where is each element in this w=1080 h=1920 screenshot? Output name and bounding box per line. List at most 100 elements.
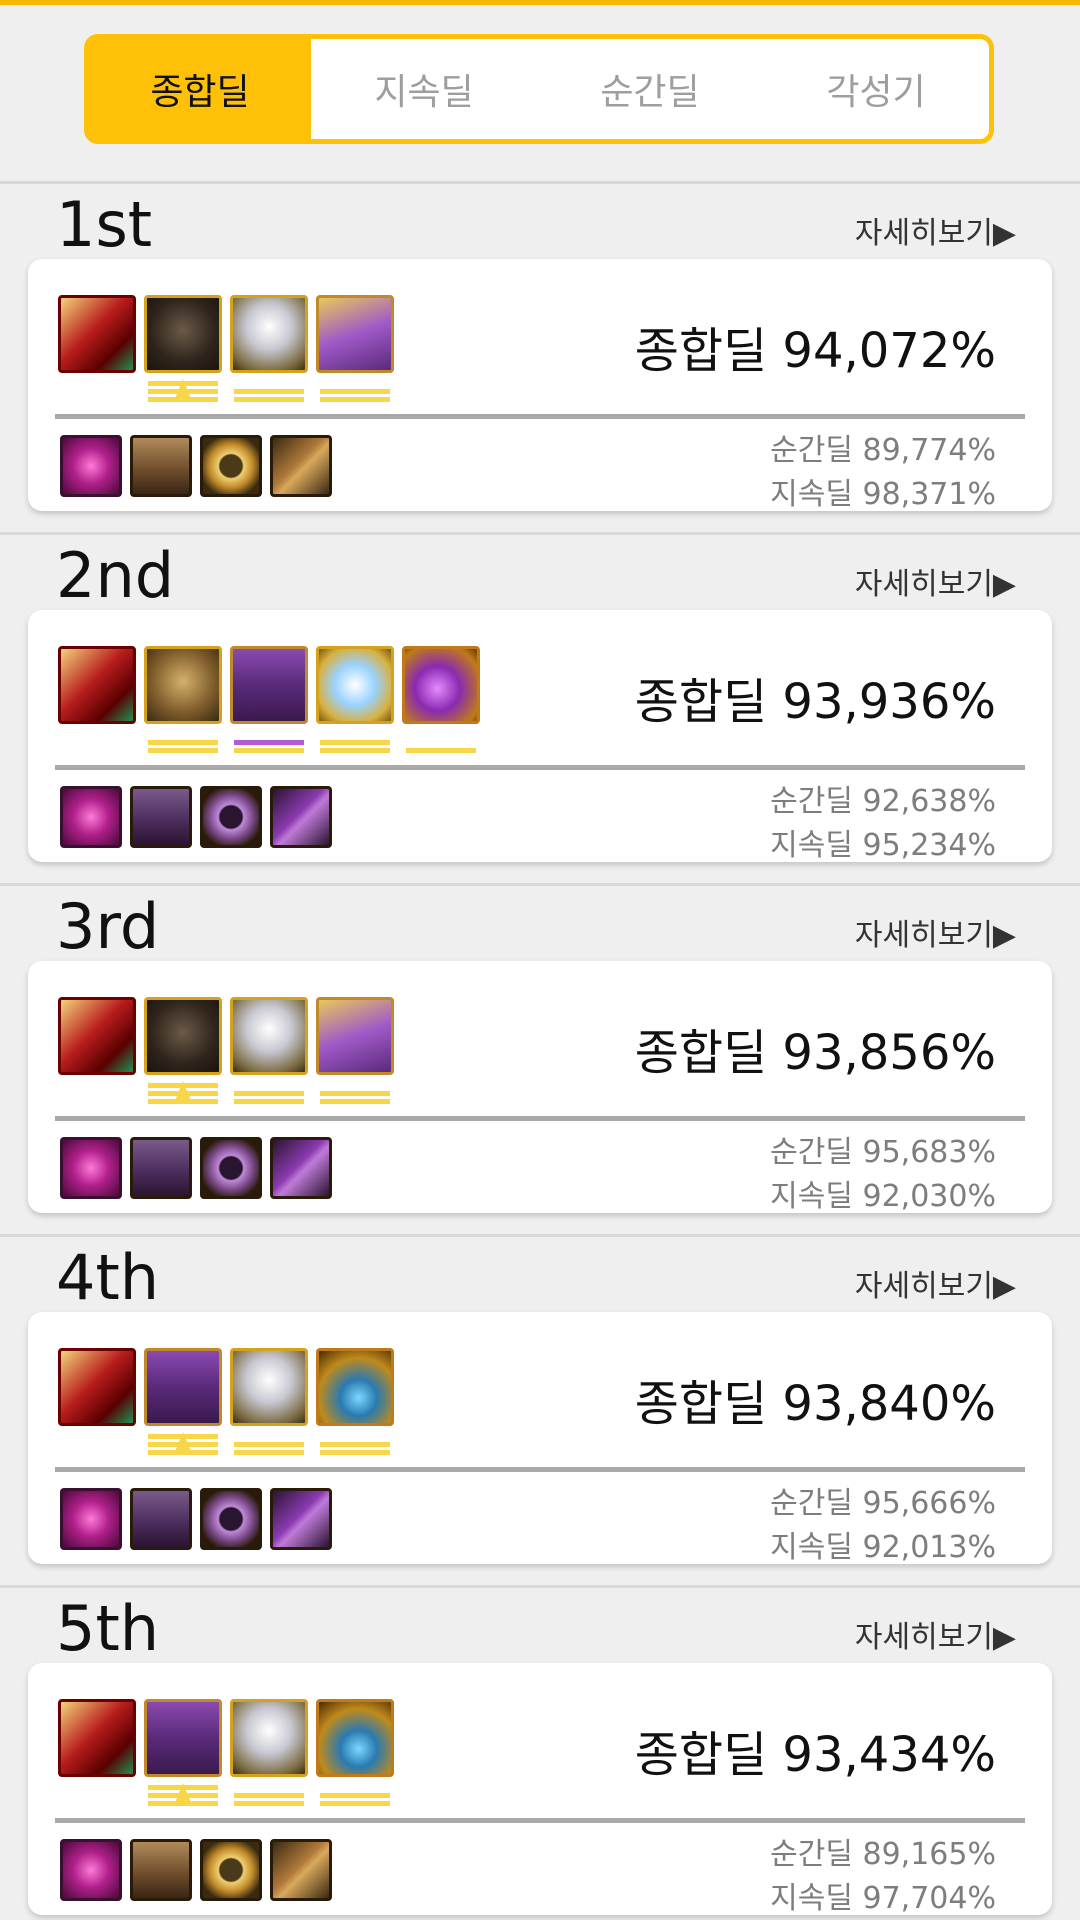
total-dps-value: 종합딜 93,434% xyxy=(634,1727,996,1783)
sustain-dps-value: 지속딜 95,234% xyxy=(770,828,996,863)
burst-dps-value: 순간딜 95,666% xyxy=(770,1486,996,1521)
build-card[interactable]: 종합딜 93,936% 순간딜 92,638% 지속딜 95,234% xyxy=(28,610,1052,863)
build-card[interactable]: 종합딜 93,840% 순간딜 95,666% 지속딜 92,013% xyxy=(28,1312,1052,1565)
section-divider xyxy=(0,1234,1080,1237)
build-card[interactable]: 종합딜 93,434% 순간딜 89,165% 지속딜 97,704% xyxy=(28,1663,1052,1916)
card-separator xyxy=(55,1818,1025,1823)
upgrade-bars xyxy=(230,1432,308,1458)
helmet-icon[interactable] xyxy=(230,1348,308,1426)
robe-icon[interactable] xyxy=(144,1699,222,1777)
rank-label: 3rd xyxy=(56,890,160,963)
ring-icon[interactable] xyxy=(200,786,262,848)
sustain-dps-value: 지속딜 98,371% xyxy=(770,477,996,512)
spike-icon[interactable] xyxy=(270,1488,332,1550)
total-dps-value: 종합딜 93,936% xyxy=(634,674,996,730)
section-divider xyxy=(0,181,1080,184)
top-accent-line xyxy=(0,0,1080,5)
weapon-icon[interactable] xyxy=(58,646,136,724)
section-divider xyxy=(0,532,1080,535)
upgrade-bars xyxy=(316,730,394,756)
ring-icon[interactable] xyxy=(200,435,262,497)
weapon-icon[interactable] xyxy=(58,295,136,373)
upgrade-bars xyxy=(144,1783,222,1809)
rose-icon[interactable] xyxy=(60,1137,122,1199)
upgrade-bars xyxy=(402,730,480,756)
rose-icon[interactable] xyxy=(60,1839,122,1901)
pants-icon[interactable] xyxy=(130,786,192,848)
detail-link[interactable]: 자세히보기▶ xyxy=(855,208,1016,252)
upgrade-bars xyxy=(144,1081,222,1107)
armor-icon[interactable] xyxy=(144,646,222,724)
rank-label: 1st xyxy=(56,188,153,261)
upgrade-bars xyxy=(316,379,394,405)
card-separator xyxy=(55,1116,1025,1121)
detail-link[interactable]: 자세히보기▶ xyxy=(855,1261,1016,1305)
helmet-icon[interactable] xyxy=(230,1699,308,1777)
upgrade-bars xyxy=(144,379,222,405)
weapon-icon[interactable] xyxy=(58,997,136,1075)
sustain-dps-value: 지속딜 97,704% xyxy=(770,1881,996,1916)
sustain-dps-value: 지속딜 92,030% xyxy=(770,1179,996,1214)
upgrade-bars xyxy=(316,1081,394,1107)
tab-sustain-dps[interactable]: 지속딜 xyxy=(311,39,537,139)
upgrade-bars xyxy=(144,730,222,756)
pants-icon[interactable] xyxy=(130,1488,192,1550)
card-separator xyxy=(55,414,1025,419)
upgrade-bars xyxy=(230,1081,308,1107)
armor-icon[interactable] xyxy=(144,997,222,1075)
spike-icon[interactable] xyxy=(270,1137,332,1199)
pants-icon[interactable] xyxy=(130,435,192,497)
crystal-icon[interactable] xyxy=(316,997,394,1075)
rose-icon[interactable] xyxy=(60,786,122,848)
helmet-icon[interactable] xyxy=(230,997,308,1075)
upgrade-bars xyxy=(230,730,308,756)
pants-icon[interactable] xyxy=(130,1137,192,1199)
rank-label: 5th xyxy=(56,1592,160,1665)
tab-awakening[interactable]: 각성기 xyxy=(763,39,989,139)
pendant-icon[interactable] xyxy=(316,1699,394,1777)
card-separator xyxy=(55,765,1025,770)
detail-link[interactable]: 자세히보기▶ xyxy=(855,1612,1016,1656)
tab-total-dps[interactable]: 종합딜 xyxy=(89,39,311,139)
upgrade-bars xyxy=(144,1432,222,1458)
card-separator xyxy=(55,1467,1025,1472)
upgrade-bars xyxy=(316,1432,394,1458)
ring-icon[interactable] xyxy=(200,1839,262,1901)
build-card[interactable]: 종합딜 93,856% 순간딜 95,683% 지속딜 92,030% xyxy=(28,961,1052,1214)
spike-icon[interactable] xyxy=(270,435,332,497)
burst-dps-value: 순간딜 89,774% xyxy=(770,433,996,468)
robe-icon[interactable] xyxy=(230,646,308,724)
detail-link[interactable]: 자세히보기▶ xyxy=(855,910,1016,954)
tab-bar: 종합딜 지속딜 순간딜 각성기 xyxy=(84,34,994,144)
weapon-icon[interactable] xyxy=(58,1699,136,1777)
build-card[interactable]: 종합딜 94,072% 순간딜 89,774% 지속딜 98,371% xyxy=(28,259,1052,512)
ring-icon[interactable] xyxy=(200,1488,262,1550)
armor-icon[interactable] xyxy=(144,295,222,373)
section-divider xyxy=(0,883,1080,886)
rose-icon[interactable] xyxy=(60,1488,122,1550)
weapon-icon[interactable] xyxy=(58,1348,136,1426)
spike-icon[interactable] xyxy=(270,786,332,848)
burst-dps-value: 순간딜 89,165% xyxy=(770,1837,996,1872)
spike-icon[interactable] xyxy=(270,1839,332,1901)
ring-icon[interactable] xyxy=(200,1137,262,1199)
pants-icon[interactable] xyxy=(130,1839,192,1901)
upgrade-bars xyxy=(230,379,308,405)
gem-icon[interactable] xyxy=(402,646,480,724)
detail-link[interactable]: 자세히보기▶ xyxy=(855,559,1016,603)
total-dps-value: 종합딜 93,840% xyxy=(634,1376,996,1432)
upgrade-bars xyxy=(230,1783,308,1809)
tab-burst-dps[interactable]: 순간딜 xyxy=(537,39,763,139)
rose-icon[interactable] xyxy=(60,435,122,497)
sustain-dps-value: 지속딜 92,013% xyxy=(770,1530,996,1565)
total-dps-value: 종합딜 94,072% xyxy=(634,323,996,379)
crystal-icon[interactable] xyxy=(316,295,394,373)
rank-label: 2nd xyxy=(56,539,175,612)
robe-icon[interactable] xyxy=(144,1348,222,1426)
upgrade-bars xyxy=(316,1783,394,1809)
helmet-icon[interactable] xyxy=(230,295,308,373)
orb-icon[interactable] xyxy=(316,646,394,724)
rank-label: 4th xyxy=(56,1241,160,1314)
burst-dps-value: 순간딜 92,638% xyxy=(770,784,996,819)
pendant-icon[interactable] xyxy=(316,1348,394,1426)
